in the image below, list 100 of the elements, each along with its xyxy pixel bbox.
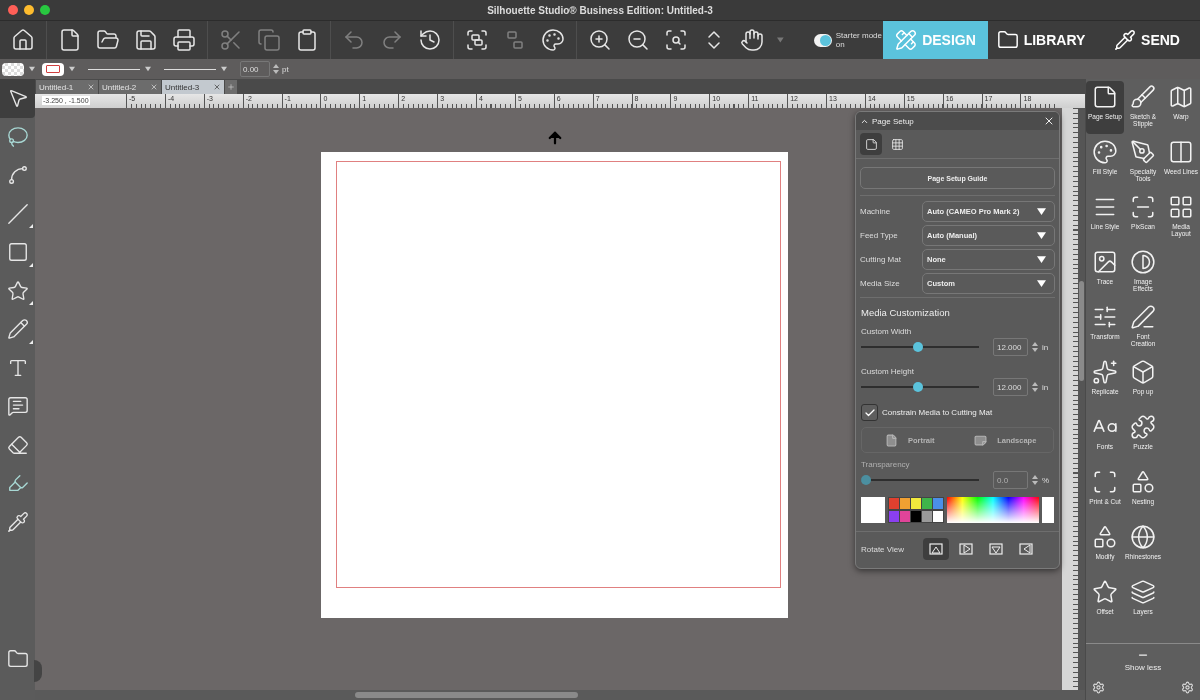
line-end-sample[interactable] xyxy=(164,68,216,70)
page-icon xyxy=(884,433,898,447)
scrollbar[interactable] xyxy=(1079,281,1084,381)
settings-icon[interactable] xyxy=(1181,681,1194,694)
star-icon xyxy=(1092,579,1118,605)
panel-title: Page Setup xyxy=(872,116,915,126)
zoom-in-icon xyxy=(588,28,612,52)
flyout-icon xyxy=(29,262,33,267)
field-label: Feed Type xyxy=(860,230,899,240)
line-style-sample[interactable] xyxy=(88,68,140,70)
stepper-icon[interactable] xyxy=(1032,381,1038,393)
stepper-icon[interactable] xyxy=(273,63,279,75)
field-label: Machine xyxy=(860,206,892,216)
close-icon[interactable] xyxy=(1043,115,1055,127)
settings-icon[interactable] xyxy=(1092,681,1105,694)
rotate-view-icon xyxy=(989,543,1003,555)
zoom-out-icon xyxy=(626,28,650,52)
caret-icon xyxy=(145,66,151,72)
fill-swatch[interactable] xyxy=(2,62,24,76)
globe-icon xyxy=(1130,524,1156,550)
slider-label: Transparency xyxy=(860,459,911,471)
stepper-icon[interactable] xyxy=(1032,474,1038,486)
tab-title: Untitled-3 xyxy=(165,82,200,92)
panel-tab[interactable] xyxy=(860,133,882,155)
pen-tool-icon xyxy=(1130,139,1156,165)
color-swatch[interactable] xyxy=(922,510,932,522)
floppy-icon xyxy=(134,28,158,52)
grid-icon xyxy=(890,137,904,151)
document-tab[interactable]: Untitled-1 xyxy=(36,80,98,94)
close-window-button[interactable] xyxy=(8,5,18,15)
slider-label: Custom Width xyxy=(860,326,913,338)
mode-tab[interactable]: SEND xyxy=(1094,21,1200,59)
checkbox-label: Constrain Media to Cutting Mat xyxy=(882,408,993,417)
document-tab[interactable]: Untitled-3 xyxy=(162,80,224,94)
color-spectrum[interactable] xyxy=(947,497,1039,523)
brush-icon xyxy=(1130,84,1156,110)
flyout-icon xyxy=(29,224,33,228)
color-swatch[interactable] xyxy=(933,498,943,509)
minimize-window-button[interactable] xyxy=(24,5,34,15)
pencil-icon xyxy=(6,318,29,341)
color-swatch[interactable] xyxy=(900,510,910,522)
plus-icon xyxy=(227,83,235,91)
unit-label: in xyxy=(1042,342,1049,352)
note-icon xyxy=(6,395,29,418)
starter-mode-toggle[interactable] xyxy=(813,33,832,47)
stroke-swatch[interactable] xyxy=(42,62,64,76)
value-field[interactable]: 12.000 xyxy=(993,378,1028,396)
house-icon xyxy=(11,28,35,52)
color-swatch[interactable] xyxy=(933,510,943,522)
line-icon xyxy=(6,202,29,225)
pencil-ruler-icon xyxy=(895,29,918,51)
color-swatch[interactable] xyxy=(900,498,910,509)
tool-button[interactable] xyxy=(0,79,35,118)
pen-line-icon xyxy=(1130,304,1156,330)
unit-label: pt xyxy=(282,64,289,74)
zoom-window-button[interactable] xyxy=(40,5,50,15)
palette-icon xyxy=(541,28,565,52)
scissors-icon xyxy=(219,28,243,52)
frame-icon xyxy=(1092,469,1118,495)
rotate-button[interactable] xyxy=(923,538,949,560)
page-icon xyxy=(974,433,988,447)
sparkles-icon xyxy=(1092,359,1118,385)
show-less-button[interactable]: Show less xyxy=(1086,643,1200,677)
unit-label: in xyxy=(1042,382,1049,392)
tab-title: Untitled-2 xyxy=(102,82,137,92)
stepper-icon[interactable] xyxy=(1032,341,1038,353)
caret-icon xyxy=(29,66,35,72)
rotate-view-icon xyxy=(959,543,973,555)
redo-icon xyxy=(380,28,404,52)
field-label: Cutting Mat xyxy=(860,254,902,264)
checkbox[interactable] xyxy=(861,404,878,421)
field-label: Media Size xyxy=(860,278,901,288)
line-width-field[interactable]: 0.00 xyxy=(240,61,270,77)
slider-thumb[interactable] xyxy=(912,342,923,352)
value-field[interactable]: 12.000 xyxy=(993,338,1028,356)
color-swatch[interactable] xyxy=(911,510,921,522)
puzzle-icon xyxy=(1130,414,1156,440)
color-swatch[interactable] xyxy=(889,498,899,509)
zoom-area-icon xyxy=(664,28,688,52)
scrollbar[interactable] xyxy=(355,692,578,698)
tab-title: Untitled-1 xyxy=(39,82,74,92)
folder-icon xyxy=(96,28,120,52)
contrast-icon xyxy=(1130,249,1156,275)
undo-icon xyxy=(342,28,366,52)
slider-thumb[interactable] xyxy=(912,382,923,392)
mode-tab[interactable]: LIBRARY xyxy=(988,21,1094,59)
rotate-view-icon xyxy=(1019,543,1033,555)
caret-icon xyxy=(1037,230,1046,240)
caret-icon xyxy=(1037,254,1046,264)
selected-color-swatch xyxy=(1042,497,1054,523)
document-tab[interactable]: Untitled-2 xyxy=(99,80,161,94)
color-swatch[interactable] xyxy=(889,510,899,522)
color-swatch[interactable] xyxy=(922,498,932,509)
box-icon xyxy=(1130,359,1156,385)
close-icon[interactable] xyxy=(213,83,221,91)
caret-icon xyxy=(69,66,75,72)
printer-icon xyxy=(172,28,196,52)
clipboard-icon xyxy=(295,28,319,52)
caret-icon xyxy=(221,66,227,72)
color-swatch[interactable] xyxy=(911,498,921,509)
